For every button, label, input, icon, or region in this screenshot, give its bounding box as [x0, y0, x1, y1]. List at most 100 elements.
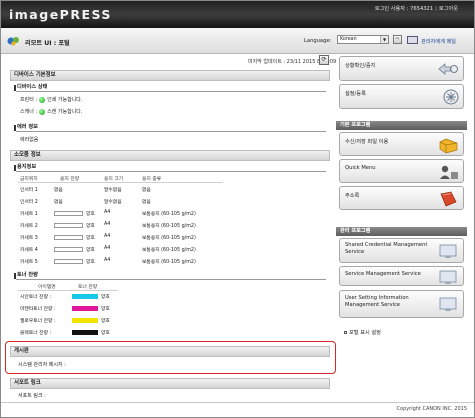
paper-remaining: 없음 — [54, 200, 63, 205]
language-value: Korean — [340, 37, 357, 42]
language-label: Language: — [304, 38, 332, 44]
paper-level-gauge — [54, 235, 83, 240]
error-info-heading: 에러 정보 — [14, 124, 326, 132]
paper-source: 카세트 2 — [20, 224, 38, 229]
service-management-label: Service Management Service — [345, 271, 421, 277]
toner-status: 양호 — [101, 295, 110, 300]
paper-level-gauge — [54, 259, 83, 264]
toner-status: 양호 — [101, 307, 110, 312]
col-header-type: 용지 종류 — [142, 177, 162, 182]
scanner-status: 스캔 가능합니다. — [47, 109, 83, 115]
shared-credential-label: Shared Credential Management Service — [345, 242, 428, 255]
paper-source: 카세트 3 — [20, 236, 38, 241]
login-user-label: 로그인 사용자 : 7654321 — [374, 6, 434, 12]
paper-type: 보통용지 (60-105 g/m2) — [142, 212, 196, 217]
address-book-icon — [440, 191, 457, 207]
device-status-heading: 디바이스 상태 — [14, 84, 326, 92]
user-setting-info-label: User Setting Information Management Serv… — [345, 295, 409, 308]
status-monitor-label: 상황확인/중지 — [345, 63, 376, 69]
mail-icon[interactable] — [407, 36, 418, 44]
chevron-down-icon: ▼ — [380, 36, 388, 43]
paper-size: 알수없음 — [104, 200, 122, 205]
paper-remaining: 양호 — [86, 248, 95, 253]
yellow-toner-bar — [72, 318, 98, 323]
language-apply-button[interactable]: ⇨ — [393, 35, 402, 44]
toner-heading: 토너 잔량 — [14, 272, 326, 280]
printer-label: 프린터 : — [20, 97, 38, 103]
paper-type: 보통용지 (60-105 g/m2) — [142, 260, 196, 265]
status-monitor-icon — [438, 63, 458, 75]
paper-size: A4 — [104, 234, 111, 239]
bulletin-section-title: 게시판 — [10, 346, 330, 357]
paper-remaining: 양호 — [86, 224, 95, 229]
admin-mail-link[interactable]: 관리자에게 메일 — [421, 38, 456, 45]
footer-divider — [1, 402, 474, 403]
settings-registration-button[interactable]: 설정/등록 — [339, 84, 464, 109]
language-select[interactable]: Korean ▼ — [337, 35, 389, 44]
sysadmin-message-label: 시스템 관리자 메시지 : — [18, 362, 66, 368]
service-management-button[interactable]: Service Management Service — [339, 266, 464, 286]
toner-name: 시안토너 잔량 : — [20, 295, 52, 300]
quick-menu-icon — [440, 165, 458, 179]
stored-files-label: 수신/저장 파일 이용 — [345, 139, 389, 145]
col-header-source: 급지위치 — [20, 177, 38, 182]
scanner-label: 스캐너 : — [20, 109, 38, 115]
paper-level-gauge — [54, 223, 83, 228]
refresh-icon[interactable]: ⟳ — [319, 55, 329, 65]
monitor-icon — [439, 297, 457, 311]
device-info-section-title: 디바이스 기본정보 — [10, 70, 330, 81]
paper-info-heading: 용지정보 — [14, 164, 326, 172]
monitor-icon — [439, 244, 457, 258]
quick-menu-button[interactable]: Quick Menu — [339, 159, 464, 183]
paper-source: 카세트 1 — [20, 212, 38, 217]
scanner-status-row: 스캐너 : 스캔 가능합니다. — [20, 108, 82, 115]
shared-credential-button[interactable]: Shared Credential Management Service — [339, 238, 464, 263]
paper-remaining: 양호 — [86, 260, 95, 265]
user-setting-info-button[interactable]: User Setting Information Management Serv… — [339, 290, 464, 318]
cyan-toner-bar — [72, 294, 98, 299]
settings-gear-icon — [443, 89, 459, 105]
page-title: 리모트 UI : 포털 — [25, 40, 70, 47]
paper-remaining: 없음 — [54, 188, 63, 193]
toner-header-underline — [18, 290, 118, 291]
col-header-size: 용지 크기 — [104, 177, 124, 182]
copyright-text: Copyright CANON INC. 2015 — [396, 406, 467, 412]
paper-size: A4 — [104, 222, 111, 227]
toner-status: 양호 — [101, 331, 110, 336]
management-program-heading: 관리 프로그램 — [336, 227, 467, 236]
support-link-label: 서포트 링크 : — [18, 393, 46, 399]
paper-type: 없음 — [142, 188, 151, 193]
support-section-title: 서포트 링크 — [10, 378, 330, 389]
printer-status: 인쇄 가능합니다. — [47, 97, 83, 103]
printer-status-row: 프린터 : 인쇄 가능합니다. — [20, 96, 82, 103]
remote-ui-icon — [7, 37, 19, 46]
paper-type: 없음 — [142, 200, 151, 205]
paper-size: A4 — [104, 258, 111, 263]
monitor-icon — [439, 270, 457, 284]
col-header-remaining: 용지 잔량 — [60, 177, 80, 182]
portal-display-settings-label: 포털 표시 설정 — [349, 330, 381, 336]
paper-level-gauge — [54, 211, 83, 216]
paper-size: 알수없음 — [104, 188, 122, 193]
toner-name: 옐로우토너 잔량 : — [20, 319, 56, 324]
toner-col-item: 아이템명 — [38, 285, 56, 290]
settings-registration-label: 설정/등록 — [345, 91, 366, 97]
paper-source: 인서터 2 — [20, 200, 38, 205]
status-monitor-button[interactable]: 상황확인/중지 — [339, 56, 464, 81]
black-toner-bar — [72, 330, 98, 335]
paper-remaining: 양호 — [86, 212, 95, 217]
address-book-button[interactable]: 주소록 — [339, 186, 464, 210]
bullet-icon — [344, 331, 347, 334]
paper-source: 카세트 5 — [20, 260, 38, 265]
paper-source: 인서터 1 — [20, 188, 38, 193]
status-ok-icon — [39, 108, 46, 115]
status-ok-icon — [39, 96, 46, 103]
stored-files-button[interactable]: 수신/저장 파일 이용 — [339, 132, 464, 156]
magenta-toner-bar — [72, 306, 98, 311]
toner-name: 마젠타토너 잔량 : — [20, 307, 56, 312]
portal-display-settings-link[interactable]: 포털 표시 설정 — [344, 329, 381, 336]
logout-link[interactable]: 로그아웃 — [439, 6, 458, 12]
login-user-info: 로그인 사용자 : 7654321 | 로그아웃 — [374, 6, 458, 12]
paper-level-gauge — [54, 247, 83, 252]
paper-type: 보통용지 (60-105 g/m2) — [142, 236, 196, 241]
